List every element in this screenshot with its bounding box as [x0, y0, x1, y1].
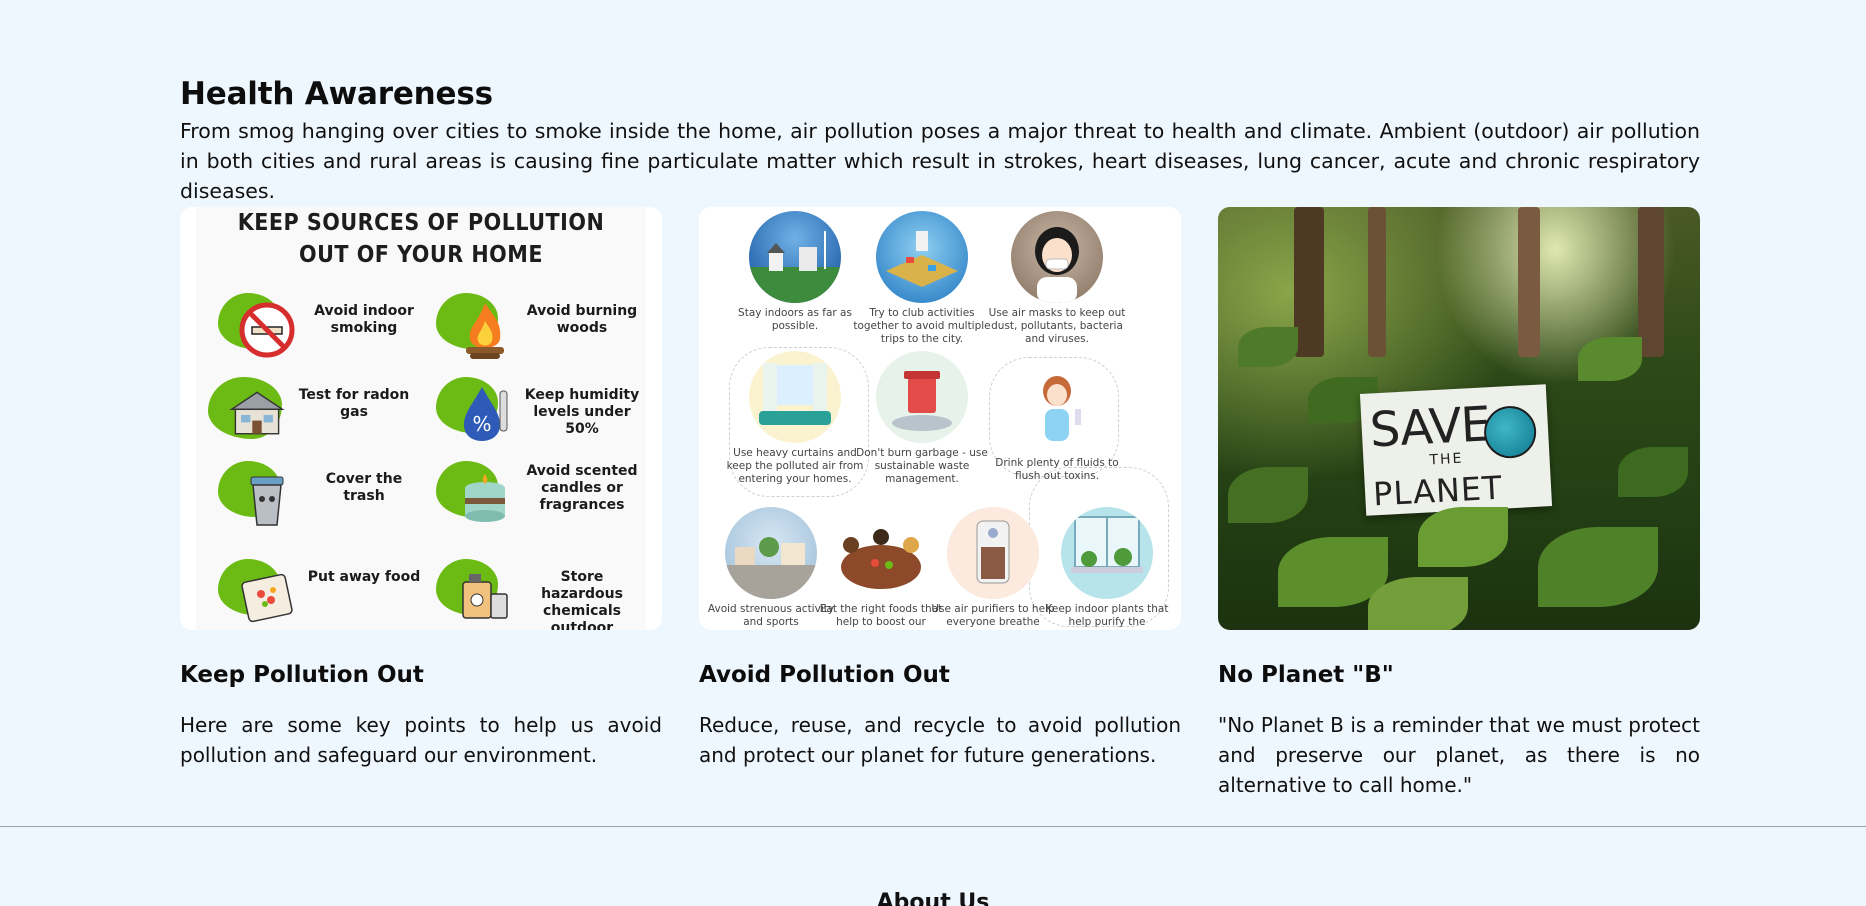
card-text: Here are some key points to help us avoi…: [180, 713, 662, 767]
tip2-label: Drink plenty of fluids to flush out toxi…: [995, 457, 1119, 482]
tree-trunk: [1638, 207, 1664, 357]
house-icon: [226, 383, 288, 445]
leaf: [1618, 447, 1688, 497]
tip2-label: Try to club activities together to avoid…: [853, 307, 991, 345]
leaf: [1228, 467, 1308, 523]
tree-trunk: [1368, 207, 1386, 357]
tip-item: Put away food: [218, 555, 438, 630]
card-text: "No Planet B is a reminder that we must …: [1218, 713, 1700, 797]
forest-background: SAVE THE PLANET: [1218, 207, 1700, 630]
tip2-item: Don't burn garbage - use sustainable was…: [852, 351, 992, 486]
tip2-label: Use air masks to keep out dust, pollutan…: [988, 307, 1126, 345]
chemical-bottle-icon: [454, 565, 516, 627]
tip-label: Store hazardous chemicals outdoor: [541, 569, 623, 630]
air-purifier-icon: [947, 507, 1039, 599]
tip2-label: Use heavy curtains and keep the polluted…: [726, 447, 864, 485]
food-plate-icon: [236, 565, 298, 627]
leaf: [1578, 337, 1642, 381]
recycle-bin-icon: [876, 351, 968, 443]
infographic-heading: KEEP SOURCES OF POLLUTION OUT OF YOUR HO…: [196, 207, 646, 271]
no-smoking-icon: [236, 299, 298, 361]
about-us-heading: About Us: [876, 890, 990, 906]
card-no-planet-b: SAVE THE PLANET No Planet "B" "No Planet…: [1218, 207, 1700, 797]
section-divider: [0, 826, 1866, 827]
card-title: No Planet "B": [1218, 662, 1394, 688]
keep-pollution-infographic: KEEP SOURCES OF POLLUTION OUT OF YOUR HO…: [180, 207, 662, 630]
city-icon: [749, 211, 841, 303]
tip-label: Avoid burning woods: [526, 303, 638, 336]
tree-trunk: [1294, 207, 1324, 357]
tip-label: Test for radon gas: [298, 387, 410, 420]
fire-icon: [454, 299, 516, 361]
tip2-item: Try to club activities together to avoid…: [852, 211, 992, 346]
section-title: Health Awareness: [180, 76, 493, 112]
neighborhood-icon: [725, 507, 817, 599]
tip-item: Store hazardous chemicals outdoor: [436, 555, 656, 630]
tip-label: Put away food: [307, 569, 421, 585]
card-avoid-pollution-out: Stay indoors as far as possible. Try to …: [699, 207, 1181, 767]
tip-item: Test for radon gas: [208, 373, 428, 453]
tip2-item: Keep indoor plants that help purify the: [1037, 507, 1177, 629]
card-keep-pollution-out: KEEP SOURCES OF POLLUTION OUT OF YOUR HO…: [180, 207, 662, 767]
section-intro: From smog hanging over cities to smoke i…: [180, 119, 1700, 203]
svg-text:%: %: [472, 412, 491, 436]
leaf: [1418, 507, 1508, 567]
card-text: Reduce, reuse, and recycle to avoid poll…: [699, 713, 1181, 767]
save-the-planet-photo: SAVE THE PLANET: [1218, 207, 1700, 630]
infographic-heading-line2: OUT OF YOUR HOME: [299, 242, 543, 268]
leaf: [1238, 327, 1298, 367]
humidity-icon: %: [454, 383, 516, 445]
leaf: [1368, 577, 1468, 630]
tip-item: Avoid burning woods: [436, 289, 656, 369]
tip2-item: Drink plenty of fluids to flush out toxi…: [987, 361, 1127, 483]
sign-text-save: SAVE: [1368, 396, 1492, 459]
tip-label: Avoid indoor smoking: [314, 303, 414, 336]
family-dinner-icon: [835, 507, 927, 599]
window-plants-icon: [1061, 507, 1153, 599]
tip2-item: Stay indoors as far as possible.: [725, 211, 865, 333]
tip-item: Avoid indoor smoking: [218, 289, 438, 369]
tip-item: Cover the trash: [218, 457, 438, 537]
tip-item: Avoid scented candles or fragrances: [436, 457, 656, 537]
save-the-planet-sign: SAVE THE PLANET: [1359, 384, 1553, 516]
tip2-label: Keep indoor plants that help purify the: [1045, 603, 1169, 628]
tip-item: % Keep humidity levels under 50%: [436, 373, 656, 453]
leaf: [1538, 527, 1658, 607]
sign-text-the: THE: [1429, 450, 1464, 469]
tip-label: Avoid scented candles or fragrances: [526, 463, 638, 513]
trash-can-icon: [236, 467, 298, 529]
card-title: Avoid Pollution Out: [699, 662, 950, 688]
infographic-heading-line1: KEEP SOURCES OF POLLUTION: [237, 210, 605, 236]
avoid-pollution-infographic: Stay indoors as far as possible. Try to …: [699, 207, 1181, 630]
tree-trunk: [1518, 207, 1540, 357]
tip2-item: Use air masks to keep out dust, pollutan…: [987, 211, 1127, 346]
tip2-label: Stay indoors as far as possible.: [738, 307, 852, 332]
tip2-label: Don't burn garbage - use sustainable was…: [856, 447, 988, 485]
tip-label: Cover the trash: [325, 471, 403, 504]
infographic-panel: KEEP SOURCES OF POLLUTION OUT OF YOUR HO…: [196, 207, 646, 630]
infographic-panel: Stay indoors as far as possible. Try to …: [699, 207, 1181, 630]
tip2-item: Use heavy curtains and keep the polluted…: [725, 351, 865, 486]
curtains-icon: [749, 351, 841, 443]
mask-girl-icon: [1011, 211, 1103, 303]
candle-icon: [454, 467, 516, 529]
traffic-icon: [876, 211, 968, 303]
card-title: Keep Pollution Out: [180, 662, 424, 688]
tip-label: Keep humidity levels under 50%: [524, 387, 640, 437]
drinking-girl-icon: [1011, 361, 1103, 453]
